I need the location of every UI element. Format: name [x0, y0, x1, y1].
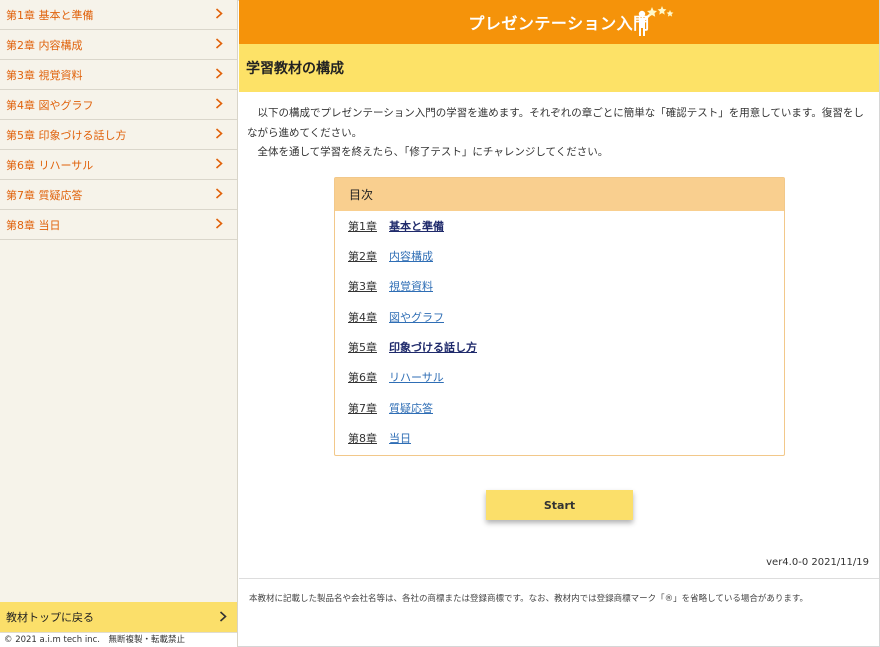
toc-chapter-link[interactable]: リハーサル [389, 369, 444, 385]
sidebar-item-chapter-8[interactable]: 第8章 当日 [0, 210, 237, 240]
toc-chapter-number[interactable]: 第3章 [348, 278, 389, 294]
start-button[interactable]: Start [486, 490, 633, 520]
toc-row-chapter-8[interactable]: 第8章 当日 [348, 430, 411, 446]
intro-text: 以下の構成でプレゼンテーション入門の学習を進めます。それぞれの章ごとに簡単な「確… [247, 104, 873, 163]
chevron-right-icon [215, 98, 227, 110]
toc-chapter-number[interactable]: 第4章 [348, 309, 389, 325]
trademark-notice: 本教材に記載した製品名や会社名等は、各社の商標または登録商標です。なお、教材内で… [249, 594, 809, 604]
toc-chapter-link[interactable]: 質疑応答 [389, 400, 433, 416]
toc-chapter-link[interactable]: 内容構成 [389, 248, 433, 264]
chevron-right-icon [215, 188, 227, 200]
main-content: プレゼンテーション入門 学習教材の構成 以下の構成でプレゼンテーション入門の学習… [239, 0, 879, 647]
intro-line-1: 以下の構成でプレゼンテーション入門の学習を進めます。それぞれの章ごとに簡単な「確… [247, 107, 864, 139]
sidebar-item-chapter-6[interactable]: 第6章 リハーサル [0, 150, 237, 180]
chevron-right-icon [219, 611, 227, 625]
chevron-right-icon [215, 8, 227, 20]
sidebar-item-chapter-1[interactable]: 第1章 基本と準備 [0, 0, 237, 30]
sidebar-item-chapter-3[interactable]: 第3章 視覚資料 [0, 60, 237, 90]
person-with-stars-icon [634, 4, 674, 38]
sidebar-item-label: 第3章 視覚資料 [6, 68, 83, 82]
footer-divider [239, 578, 879, 579]
chevron-right-icon [215, 128, 227, 140]
back-to-top-link[interactable]: 教材トップに戻る [0, 602, 237, 632]
toc-chapter-number[interactable]: 第2章 [348, 248, 389, 264]
toc-chapter-number[interactable]: 第1章 [348, 218, 389, 234]
page-heading-bar: 学習教材の構成 [239, 44, 879, 92]
sidebar-item-chapter-7[interactable]: 第7章 質疑応答 [0, 180, 237, 210]
toc-row-chapter-2[interactable]: 第2章 内容構成 [348, 248, 433, 264]
toc-chapter-number[interactable]: 第7章 [348, 400, 389, 416]
toc-chapter-number[interactable]: 第5章 [348, 339, 389, 355]
toc-chapter-link[interactable]: 基本と準備 [389, 218, 444, 234]
sidebar-item-label: 第5章 印象づける話し方 [6, 128, 127, 142]
chevron-right-icon [215, 38, 227, 50]
sidebar: 第1章 基本と準備 第2章 内容構成 第3章 視覚資料 第4章 図やグラフ 第5… [0, 0, 238, 647]
table-of-contents: 目次 第1章 基本と準備 第2章 内容構成 第3章 視覚資料 第4章 図やグラフ… [334, 177, 785, 456]
sidebar-item-label: 第7章 質疑応答 [6, 188, 83, 202]
sidebar-item-label: 第1章 基本と準備 [6, 8, 94, 22]
toc-chapter-link[interactable]: 当日 [389, 430, 411, 446]
toc-row-chapter-1[interactable]: 第1章 基本と準備 [348, 218, 444, 234]
toc-row-chapter-5[interactable]: 第5章 印象づける話し方 [348, 339, 477, 355]
chevron-right-icon [215, 218, 227, 230]
chevron-right-icon [215, 158, 227, 170]
toc-heading: 目次 [335, 178, 784, 211]
toc-row-chapter-4[interactable]: 第4章 図やグラフ [348, 309, 444, 325]
chevron-right-icon [215, 68, 227, 80]
back-to-top-label: 教材トップに戻る [6, 611, 94, 624]
app-title: プレゼンテーション入門 [468, 14, 650, 33]
toc-chapter-number[interactable]: 第8章 [348, 430, 389, 446]
copyright-text: © 2021 a.i.m tech inc. 無断複製・転載禁止 [0, 632, 237, 647]
toc-row-chapter-7[interactable]: 第7章 質疑応答 [348, 400, 433, 416]
toc-chapter-link[interactable]: 印象づける話し方 [389, 339, 477, 355]
sidebar-item-label: 第2章 内容構成 [6, 38, 83, 52]
toc-row-chapter-3[interactable]: 第3章 視覚資料 [348, 278, 433, 294]
version-label: ver4.0-0 2021/11/19 [766, 557, 869, 568]
intro-paragraph-2: 全体を通して学習を終えたら、「修了テスト」にチャレンジしてください。 [247, 143, 873, 163]
sidebar-item-chapter-2[interactable]: 第2章 内容構成 [0, 30, 237, 60]
sidebar-item-label: 第8章 当日 [6, 218, 61, 232]
sidebar-item-chapter-4[interactable]: 第4章 図やグラフ [0, 90, 237, 120]
sidebar-item-chapter-5[interactable]: 第5章 印象づける話し方 [0, 120, 237, 150]
intro-paragraph-1: 以下の構成でプレゼンテーション入門の学習を進めます。それぞれの章ごとに簡単な「確… [247, 104, 873, 143]
sidebar-item-label: 第4章 図やグラフ [6, 98, 94, 112]
sidebar-item-label: 第6章 リハーサル [6, 158, 94, 172]
toc-chapter-number[interactable]: 第6章 [348, 369, 389, 385]
toc-chapter-link[interactable]: 図やグラフ [389, 309, 444, 325]
intro-line-2: 全体を通して学習を終えたら、「修了テスト」にチャレンジしてください。 [257, 146, 609, 158]
page-title: 学習教材の構成 [246, 61, 344, 77]
toc-row-chapter-6[interactable]: 第6章 リハーサル [348, 369, 444, 385]
toc-chapter-link[interactable]: 視覚資料 [389, 278, 433, 294]
app-header: プレゼンテーション入門 [239, 0, 879, 44]
